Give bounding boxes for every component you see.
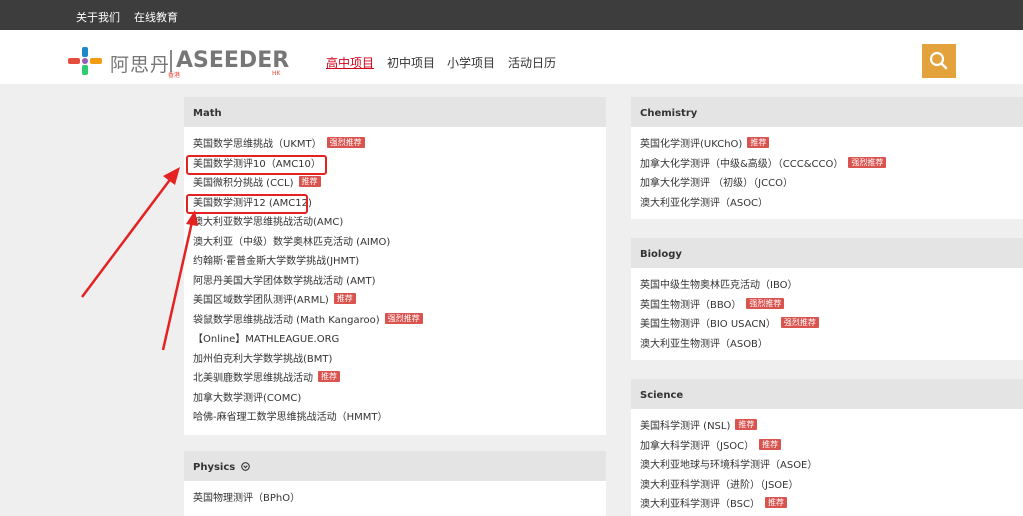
site-header: 阿思丹 香港 ASEEDER HK 高中项目 初中项目 小学项目 活动日历 (0, 30, 1023, 84)
chemistry-list: 英国化学测评(UKChO) 推荐加拿大化学测评（中级&高级）（CCC&CCO） 强烈… (631, 127, 1023, 211)
about-us-link[interactable]: 关于我们 (76, 9, 120, 25)
math-item[interactable]: 加拿大数学测评(COMC) (193, 387, 606, 407)
math-item[interactable]: 加州伯克利大学数学挑战(BMT) (193, 348, 606, 368)
item-label[interactable]: 阿思丹美国大学团体数学挑战活动 (AMT) (193, 272, 376, 287)
item-label[interactable]: 哈佛-麻省理工数学思维挑战活动（HMMT） (193, 408, 388, 423)
item-label[interactable]: 美国生物测评（BIO USACN） (640, 315, 776, 330)
item-label[interactable]: 澳大利亚数学思维挑战活动(AMC) (193, 213, 343, 228)
item-label[interactable]: 英国生物测评（BBO） (640, 296, 741, 311)
nav-high-school[interactable]: 高中项目 (326, 54, 374, 71)
chemistry-item[interactable]: 英国化学测评(UKChO) 推荐 (640, 133, 1023, 153)
biology-item[interactable]: 英国中级生物奥林匹克活动（IBO） (640, 274, 1023, 294)
item-label[interactable]: 澳大利亚化学测评（ASOC） (640, 194, 768, 209)
search-icon (929, 51, 948, 70)
item-label[interactable]: 英国中级生物奥林匹克活动（IBO） (640, 276, 798, 291)
math-item[interactable]: 【Online】MATHLEAGUE.ORG (193, 328, 606, 348)
site-logo[interactable]: 阿思丹 香港 ASEEDER HK (68, 46, 289, 79)
science-item[interactable]: 澳大利亚地球与环境科学测评（ASOE） (640, 454, 1023, 474)
item-label[interactable]: 加拿大数学测评(COMC) (193, 389, 301, 404)
physics-item[interactable]: 英国物理测评（BPhO） (193, 487, 606, 507)
item-label[interactable]: 美国区域数学团队测评(ARML) (193, 291, 329, 306)
math-item[interactable]: 阿思丹美国大学团体数学挑战活动 (AMT) (193, 270, 606, 290)
recommend-badge: 推荐 (735, 419, 758, 431)
recommend-badge: 推荐 (318, 371, 340, 383)
math-item[interactable]: 美国区域数学团队测评(ARML) 推荐 (193, 289, 606, 309)
chemistry-item[interactable]: 加拿大化学测评 （初级）（JCCO） (640, 172, 1023, 192)
item-label[interactable]: 澳大利亚生物测评（ASOB） (640, 335, 768, 350)
math-panel-title: Math (184, 97, 606, 127)
annotation-box-amc10 (186, 155, 327, 175)
item-label[interactable]: 澳大利亚（中级）数学奥林匹克活动 (AIMO) (193, 233, 390, 248)
science-panel-title: Science (631, 379, 1023, 409)
item-label[interactable]: 英国物理测评（BPhO） (193, 489, 300, 504)
biology-list: 英国中级生物奥林匹克活动（IBO） 英国生物测评（BBO） 强烈推荐 美国生物测评（B… (631, 268, 1023, 352)
math-panel: Math 英国数学思维挑战（UKMT） 强烈推荐 美国数学测评10（AMC10） 美国… (184, 97, 606, 435)
item-label[interactable]: 英国化学测评(UKChO) (640, 135, 742, 150)
recommend-badge: 推荐 (759, 438, 782, 450)
recommend-badge: 推荐 (333, 293, 356, 305)
nav-middle-school[interactable]: 初中项目 (387, 54, 435, 71)
biology-item[interactable]: 美国生物测评（BIO USACN） 强烈推荐 (640, 313, 1023, 333)
science-panel: Science 美国科学测评 (NSL) 推荐 加拿大科学测评（JSOC） 推荐 澳大利… (631, 379, 1023, 516)
recommend-badge: 推荐 (765, 497, 788, 509)
chemistry-item[interactable]: 加拿大化学测评（中级&高级）（CCC&CCO） 强烈推荐 (640, 153, 1023, 173)
circle-arrow-icon[interactable] (240, 462, 250, 471)
nav-event-calendar[interactable]: 活动日历 (508, 54, 556, 71)
item-label[interactable]: 澳大利亚地球与环境科学测评（ASOE） (640, 456, 817, 471)
online-education-link[interactable]: 在线教育 (134, 9, 178, 25)
math-item[interactable]: 袋鼠数学思维挑战活动 (Math Kangaroo) 强烈推荐 (193, 309, 606, 329)
physics-panel: Physics 英国物理测评（BPhO） (184, 451, 606, 516)
item-label[interactable]: 英国数学思维挑战（UKMT） (193, 135, 322, 150)
item-label[interactable]: 加州伯克利大学数学挑战(BMT) (193, 350, 332, 365)
science-list: 美国科学测评 (NSL) 推荐 加拿大科学测评（JSOC） 推荐 澳大利亚地球与环境科学… (631, 409, 1023, 513)
recommend-badge: 强烈推荐 (848, 156, 887, 168)
logo-mark-icon (68, 47, 102, 75)
chemistry-item[interactable]: 澳大利亚化学测评（ASOC） (640, 192, 1023, 212)
biology-panel-title: Biology (631, 238, 1023, 268)
biology-item[interactable]: 英国生物测评（BBO） 强烈推荐 (640, 294, 1023, 314)
physics-panel-header: Physics (184, 451, 606, 481)
item-label[interactable]: 加拿大化学测评 （初级）（JCCO） (640, 174, 793, 189)
science-item[interactable]: 美国科学测评 (NSL) 推荐 (640, 415, 1023, 435)
recommend-badge: 强烈推荐 (746, 297, 785, 309)
math-item[interactable]: 英国数学思维挑战（UKMT） 强烈推荐 (193, 133, 606, 153)
recommend-badge: 强烈推荐 (384, 312, 423, 324)
recommend-badge: 推荐 (298, 176, 321, 188)
math-item[interactable]: 澳大利亚（中级）数学奥林匹克活动 (AIMO) (193, 231, 606, 251)
chemistry-panel: Chemistry 英国化学测评(UKChO) 推荐加拿大化学测评（中级&高级）（… (631, 97, 1023, 219)
physics-list: 英国物理测评（BPhO） (184, 481, 606, 507)
item-label[interactable]: 美国微积分挑战 (CCL) (193, 174, 294, 189)
item-label[interactable]: 加拿大科学测评（JSOC） (640, 437, 754, 452)
item-label[interactable]: 加拿大化学测评（中级&高级）（CCC&CCO） (640, 155, 843, 170)
math-item[interactable]: 哈佛-麻省理工数学思维挑战活动（HMMT） (193, 406, 606, 426)
physics-panel-title: Physics (193, 462, 236, 473)
item-label[interactable]: 约翰斯·霍普金斯大学数学挑战(JHMT) (193, 252, 359, 267)
chemistry-panel-title: Chemistry (631, 97, 1023, 127)
biology-item[interactable]: 澳大利亚生物测评（ASOB） (640, 333, 1023, 353)
item-label[interactable]: 袋鼠数学思维挑战活动 (Math Kangaroo) (193, 311, 380, 326)
nav-primary-school[interactable]: 小学项目 (447, 54, 495, 71)
item-label[interactable]: 美国科学测评 (NSL) (640, 417, 730, 432)
top-bar: 关于我们 在线教育 (0, 0, 1023, 30)
annotation-box-amc12 (186, 194, 308, 214)
item-label[interactable]: 北美驯鹿数学思维挑战活动 (193, 369, 313, 384)
logo-separator (170, 50, 172, 72)
item-label[interactable]: 【Online】MATHLEAGUE.ORG (193, 330, 339, 345)
recommend-badge: 推荐 (747, 137, 770, 149)
science-item[interactable]: 澳大利亚科学测评（进阶）（JSOE） (640, 474, 1023, 494)
math-item[interactable]: 约翰斯·霍普金斯大学数学挑战(JHMT) (193, 250, 606, 270)
item-label[interactable]: 澳大利亚科学测评（BSC） (640, 495, 760, 510)
logo-chinese-name: 阿思丹 (110, 54, 171, 76)
logo-english-sub: HK (272, 70, 281, 77)
science-item[interactable]: 加拿大科学测评（JSOC） 推荐 (640, 435, 1023, 455)
science-item[interactable]: 澳大利亚科学测评（BSC） 推荐 (640, 493, 1023, 513)
recommend-badge: 强烈推荐 (780, 317, 819, 329)
annotation-arrow-to-amc10 (81, 167, 180, 298)
item-label[interactable]: 澳大利亚科学测评（进阶）（JSOE） (640, 476, 799, 491)
recommend-badge: 强烈推荐 (326, 137, 365, 149)
math-item[interactable]: 北美驯鹿数学思维挑战活动 推荐 (193, 367, 606, 387)
biology-panel: Biology 英国中级生物奥林匹克活动（IBO） 英国生物测评（BBO） 强烈推荐… (631, 238, 1023, 360)
search-button[interactable] (922, 44, 956, 78)
